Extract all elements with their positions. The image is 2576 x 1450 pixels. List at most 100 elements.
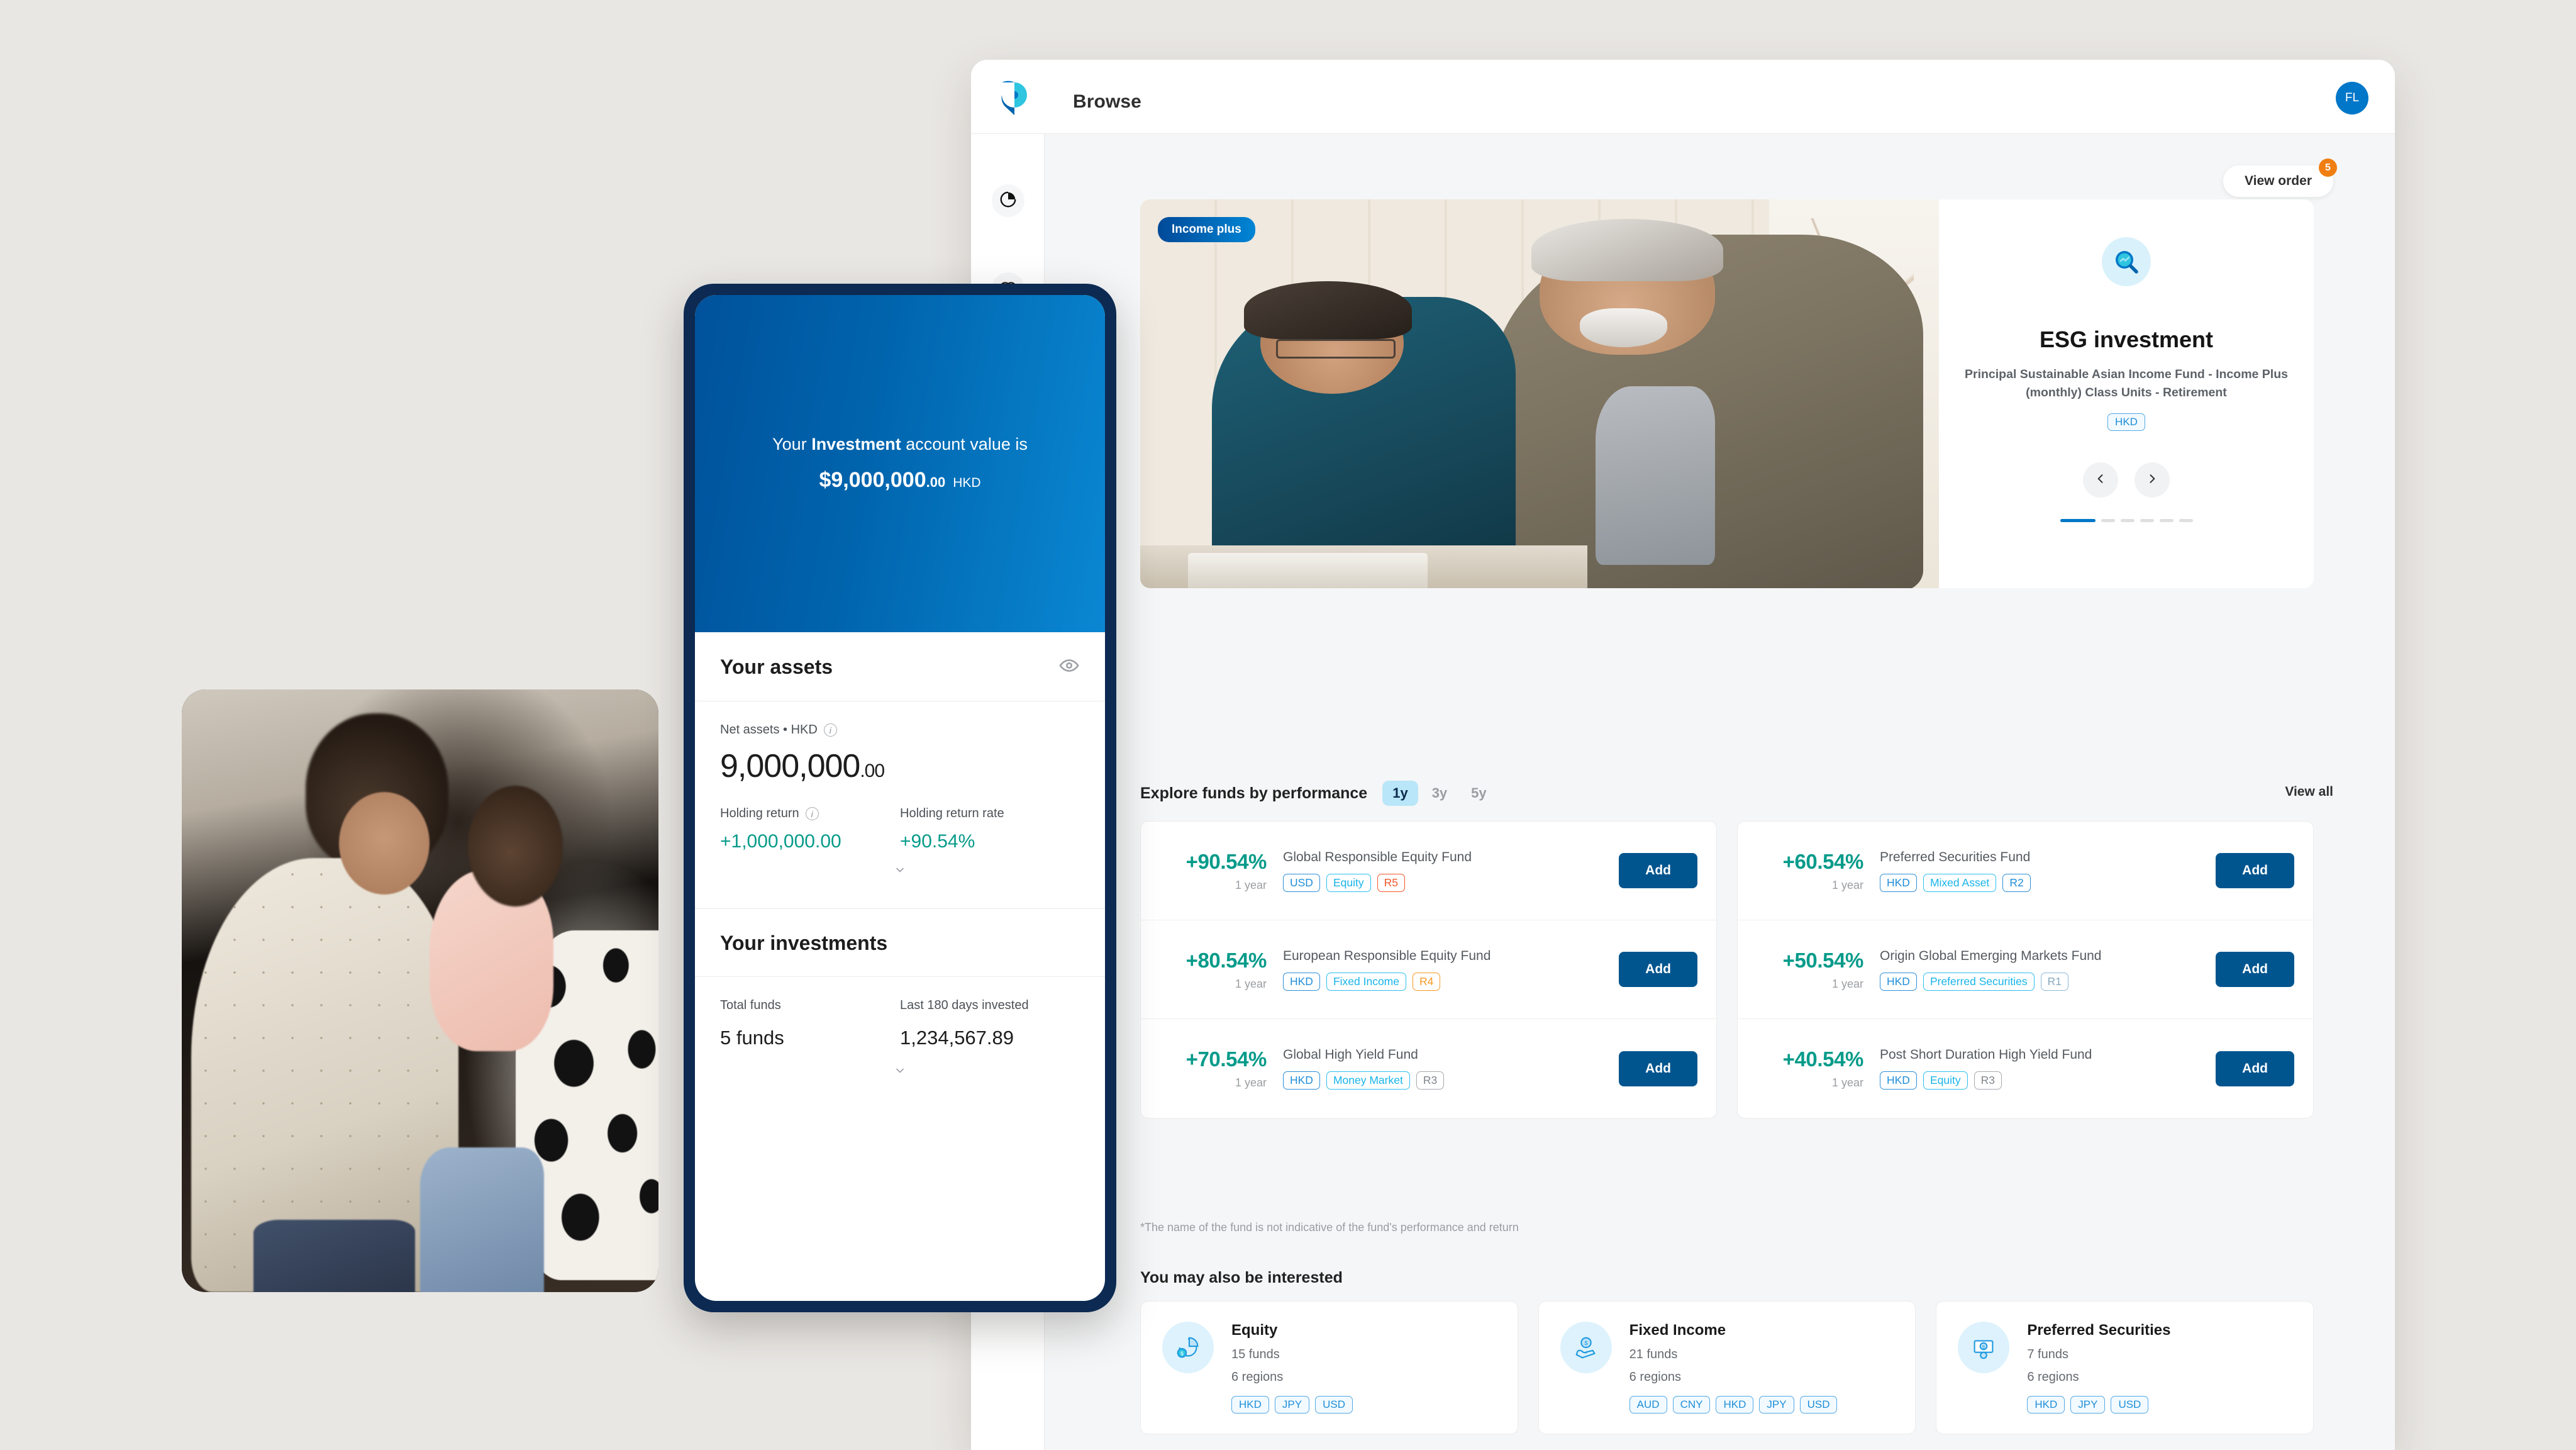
carousel-pagination[interactable] [1962,519,2291,523]
category-card-fixed-income[interactable]: $ Fixed Income 21 funds 6 regions AUD CN… [1538,1301,1916,1434]
category-tag: Mixed Asset [1923,873,1997,892]
carousel-dot[interactable] [2120,519,2135,523]
currency-tag: USD [1315,1396,1353,1414]
hero-shape [1531,218,1724,281]
performance-value: +60.54% [1782,849,1864,873]
table-row[interactable]: +70.54% 1 year Global High Yield Fund HK… [1141,1019,1716,1118]
currency-tag: USD [1799,1396,1838,1414]
performance-period: 1 year [1235,1076,1267,1089]
view-order-button[interactable]: View order [2223,165,2333,197]
photo-shape [253,1220,416,1292]
amount-cents: .00 [926,474,946,490]
carousel-dot[interactable] [2140,519,2154,523]
currency-tag: JPY [2070,1396,2106,1414]
add-button[interactable]: Add [1619,853,1697,888]
category-tag: Fixed Income [1326,972,1406,991]
net-value-main: 9,000,000 [720,748,860,784]
currency-tag: HKD [1231,1396,1269,1414]
category-card-equity[interactable]: $ Equity 15 funds 6 regions HKD JPY USD [1140,1301,1518,1434]
label-prefix: Your [772,435,812,454]
your-investments-title: Your investments [720,932,888,954]
your-assets-header: Your assets [695,632,1105,701]
carousel-dot[interactable] [2060,519,2096,523]
carousel-dot[interactable] [2159,519,2174,523]
your-assets-title: Your assets [720,655,833,678]
category-tag: Money Market [1326,1071,1410,1090]
fund-info: Global High Yield Fund HKD Money Market … [1283,1047,1619,1090]
label-suffix: account value is [901,435,1028,454]
carousel-dot[interactable] [2101,519,2115,523]
fund-name: Preferred Securities Fund [1880,849,2031,864]
holding-return-value: +1,000,000.00 [720,831,841,852]
sidebar-item-portfolio[interactable] [992,184,1024,217]
fund-name: Post Short Duration High Yield Fund [1880,1047,2092,1062]
svg-text:$: $ [1180,1350,1184,1356]
fund-tags: HKD Mixed Asset R2 [1880,873,2216,892]
total-funds-value: 5 funds [720,1027,784,1049]
hero-shape [1244,281,1412,340]
fund-name: European Responsible Equity Fund [1283,948,1491,963]
total-funds-label: Total funds [720,998,781,1012]
hero-description: Principal Sustainable Asian Income Fund … [1965,367,2288,399]
category-name: Equity [1231,1322,1278,1339]
amount-main: $9,000,000 [819,468,926,492]
category-tag: Equity [1326,873,1371,892]
category-card-body: Preferred Securities 7 funds 6 regions H… [2027,1322,2170,1414]
assets-expand-button[interactable] [720,852,1080,896]
tab-5y[interactable]: 5y [1461,781,1496,806]
risk-tag: R3 [1974,1071,2002,1090]
photo-shape [467,786,564,906]
amount-currency: HKD [953,476,981,490]
fund-performance: +60.54% 1 year [1757,850,1880,892]
table-row[interactable]: +80.54% 1 year European Responsible Equi… [1141,920,1716,1019]
chevron-down-icon [890,867,910,879]
interested-cards: $ Equity 15 funds 6 regions HKD JPY USD [1140,1301,2314,1434]
hand-coin-icon: $ [1560,1322,1612,1373]
performance-value: +90.54% [1185,849,1267,873]
table-row[interactable]: +60.54% 1 year Preferred Securities Fund… [1738,822,2313,920]
currency-tag: USD [2111,1396,2149,1414]
category-card-body: Equity 15 funds 6 regions HKD JPY USD [1231,1322,1353,1414]
explore-funds-title: Explore funds by performance [1140,784,1368,802]
fund-tags: HKD Preferred Securities R1 [1880,972,2216,991]
add-button[interactable]: Add [1619,1051,1697,1086]
investments-expand-button[interactable] [695,1053,1105,1096]
pie-dollar-icon: $ [1162,1322,1214,1373]
info-icon[interactable]: i [805,807,819,820]
carousel-prev-button[interactable] [2083,462,2118,498]
add-button[interactable]: Add [2216,853,2294,888]
add-button[interactable]: Add [1619,952,1697,987]
mobile-account-hero: Your Investment account value is $9,000,… [695,295,1105,632]
fund-columns: +90.54% 1 year Global Responsible Equity… [1140,821,2314,1118]
info-icon[interactable]: i [823,723,837,737]
table-row[interactable]: +90.54% 1 year Global Responsible Equity… [1141,822,1716,920]
currency-tag: JPY [1274,1396,1310,1414]
table-row[interactable]: +50.54% 1 year Origin Global Emerging Ma… [1738,920,2313,1019]
carousel-next-button[interactable] [2135,462,2170,498]
fund-performance: +40.54% 1 year [1757,1047,1880,1090]
category-card-preferred-securities[interactable]: $ Preferred Securities 7 funds 6 regions… [1936,1301,2314,1434]
days-invested-label: Last 180 days invested [900,998,1029,1012]
performance-period: 1 year [1831,1076,1863,1089]
avatar[interactable]: FL [2336,82,2368,114]
add-button[interactable]: Add [2216,1051,2294,1086]
table-row[interactable]: +40.54% 1 year Post Short Duration High … [1738,1019,2313,1118]
net-value-cents: .00 [860,761,885,781]
account-value-label: Your Investment account value is [772,435,1028,454]
add-button[interactable]: Add [2216,952,2294,987]
holding-rate-block: Holding return rate +90.54% [900,806,1080,852]
performance-value: +40.54% [1782,1047,1864,1071]
view-all-funds-link[interactable]: View all [2285,784,2333,800]
currency-tag: JPY [1759,1396,1794,1414]
fund-info: Origin Global Emerging Markets Fund HKD … [1880,949,2216,991]
carousel-dot[interactable] [2179,519,2193,523]
tab-3y[interactable]: 3y [1422,781,1457,806]
tab-1y[interactable]: 1y [1382,781,1418,806]
holding-rate-label: Holding return rate [900,806,1004,820]
chevron-right-icon [2146,472,2158,488]
screenshot-stage: Browse FL 1 Vi [0,0,2576,1450]
eye-icon[interactable] [1058,655,1080,679]
fund-performance: +90.54% 1 year [1160,850,1283,892]
fund-column-right: +60.54% 1 year Preferred Securities Fund… [1737,821,2314,1118]
fund-performance: +50.54% 1 year [1757,949,1880,991]
